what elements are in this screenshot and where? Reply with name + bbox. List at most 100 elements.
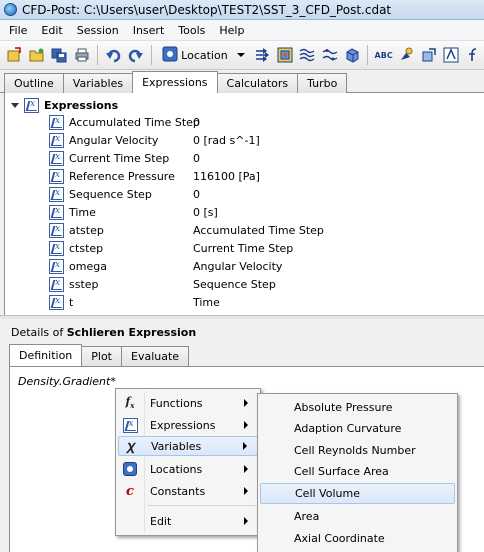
tree-row[interactable]: Reference Pressure 116100 [Pa]	[49, 167, 479, 185]
toolbar-separator	[151, 45, 153, 65]
expression-icon	[49, 150, 64, 166]
menu-item-expressions[interactable]: Expressions	[118, 415, 258, 435]
tree-row[interactable]: Angular Velocity 0 [rad s^-1]	[49, 131, 479, 149]
undo-icon[interactable]	[103, 44, 124, 66]
menu-item-label: Constants	[150, 484, 206, 498]
expression-value: Current Time Step	[193, 241, 294, 255]
redo-icon[interactable]	[126, 44, 147, 66]
main-tabs: Outline Variables Expressions Calculator…	[0, 71, 484, 93]
streamline-icon[interactable]	[297, 44, 318, 66]
expressions-tree: Expressions Accumulated Time Step0Angula…	[4, 93, 484, 315]
functions-icon: fx	[125, 395, 135, 411]
tree-row[interactable]: atstep Accumulated Time Step	[49, 221, 479, 239]
tab-evaluate[interactable]: Evaluate	[121, 346, 190, 366]
tree-row[interactable]: Time 0 [s]	[49, 203, 479, 221]
expression-icon	[49, 114, 64, 130]
definition-text[interactable]: Density.Gradient*	[18, 375, 116, 388]
constants-icon: c	[126, 483, 134, 499]
submenu-item-cell-volume[interactable]: Cell Volume	[260, 483, 455, 504]
panel-splitter[interactable]	[0, 315, 484, 319]
tree-row[interactable]: Current Time Step 0	[49, 149, 479, 167]
toolbar: Location ABC	[0, 41, 484, 70]
menu-session[interactable]: Session	[70, 22, 126, 39]
submenu-item-absolute-pressure[interactable]: Absolute Pressure	[260, 397, 455, 418]
menu-file[interactable]: File	[2, 22, 34, 39]
open-icon[interactable]	[27, 44, 48, 66]
tree-row[interactable]: Sequence Step 0	[49, 185, 479, 203]
tree-row[interactable]: sstep Sequence Step	[49, 275, 479, 293]
menu-item-edit[interactable]: Edit	[118, 511, 258, 531]
text-icon[interactable]: ABC	[373, 44, 394, 66]
tab-turbo[interactable]: Turbo	[297, 73, 348, 93]
menu-help[interactable]: Help	[212, 22, 251, 39]
contour-icon[interactable]	[274, 44, 295, 66]
tab-variables[interactable]: Variables	[62, 73, 134, 93]
expression-icon	[49, 294, 64, 310]
menu-item-locations[interactable]: Locations	[118, 459, 258, 479]
menu-bar: File Edit Session Insert Tools Help	[0, 20, 484, 41]
details-prefix: Details of	[11, 326, 67, 339]
submenu-item-area[interactable]: Area	[260, 506, 455, 527]
variables-icon: 𝜒	[127, 438, 135, 454]
locations-icon	[123, 462, 137, 476]
tab-calculators[interactable]: Calculators	[216, 73, 299, 93]
particle-track-icon[interactable]	[319, 44, 340, 66]
expand-icon[interactable]	[11, 102, 19, 108]
submenu-item-cell-surface-area[interactable]: Cell Surface Area	[260, 461, 455, 482]
location-icon	[162, 46, 178, 65]
variables-submenu: Absolute Pressure Adaption Curvature Cel…	[257, 393, 458, 552]
tree-root-label: Expressions	[44, 98, 119, 112]
tab-plot[interactable]: Plot	[81, 346, 122, 366]
tab-definition[interactable]: Definition	[9, 344, 83, 366]
menu-insert[interactable]: Insert	[126, 22, 172, 39]
menu-edit[interactable]: Edit	[34, 22, 69, 39]
expression-icon	[49, 204, 64, 220]
expression-value: 0	[193, 151, 200, 165]
menu-item-constants[interactable]: c Constants	[118, 481, 258, 501]
expression-icon	[49, 186, 64, 202]
transform-icon[interactable]	[418, 44, 439, 66]
expression-value: Angular Velocity	[193, 259, 283, 273]
volume-icon[interactable]	[342, 44, 363, 66]
submenu-item-cell-reynolds-number[interactable]: Cell Reynolds Number	[260, 440, 455, 461]
expression-value: Time	[193, 295, 220, 309]
menu-item-label: Locations	[150, 462, 203, 476]
tab-expressions[interactable]: Expressions	[132, 71, 218, 93]
expression-icon	[49, 222, 64, 238]
chevron-right-icon	[244, 421, 248, 429]
function-icon[interactable]	[464, 44, 484, 66]
expression-name: Reference Pressure	[69, 169, 175, 183]
menu-item-variables[interactable]: 𝜒 Variables	[118, 436, 258, 456]
vector-icon[interactable]	[252, 44, 273, 66]
tree-row[interactable]: omega Angular Velocity	[49, 257, 479, 275]
details-title: Details of Schlieren Expression	[11, 326, 196, 339]
menu-item-functions[interactable]: fx Functions	[118, 393, 258, 413]
menu-tools[interactable]: Tools	[171, 22, 212, 39]
tree-row[interactable]: Accumulated Time Step0	[49, 113, 479, 131]
save-icon[interactable]	[49, 44, 70, 66]
expression-value: 116100 [Pa]	[193, 169, 260, 183]
app-icon	[4, 3, 17, 16]
expression-value: 0	[193, 115, 200, 129]
tab-outline[interactable]: Outline	[4, 73, 64, 93]
tree-root-expressions[interactable]: Expressions	[11, 96, 118, 114]
tree-row[interactable]: t Time	[49, 293, 479, 311]
submenu-item-adaption-curvature[interactable]: Adaption Curvature	[260, 418, 455, 439]
submenu-item-axial-coordinate[interactable]: Axial Coordinate	[260, 528, 455, 549]
chevron-right-icon	[244, 465, 248, 473]
expression-icon[interactable]	[441, 44, 462, 66]
print-icon[interactable]	[72, 44, 93, 66]
new-icon[interactable]	[4, 44, 25, 66]
expression-icon	[49, 132, 64, 148]
location-dropdown[interactable]: Location	[157, 44, 250, 66]
chevron-right-icon	[244, 517, 248, 525]
expression-icon	[122, 417, 138, 433]
expression-value: Sequence Step	[193, 277, 276, 291]
tree-row[interactable]: ctstep Current Time Step	[49, 239, 479, 257]
expression-name: sstep	[69, 277, 99, 291]
expression-name: ctstep	[69, 241, 104, 255]
probe-icon[interactable]	[396, 44, 417, 66]
expression-name: Time	[69, 205, 96, 219]
expression-value: 0	[193, 187, 200, 201]
menu-item-label: Expressions	[150, 418, 216, 432]
